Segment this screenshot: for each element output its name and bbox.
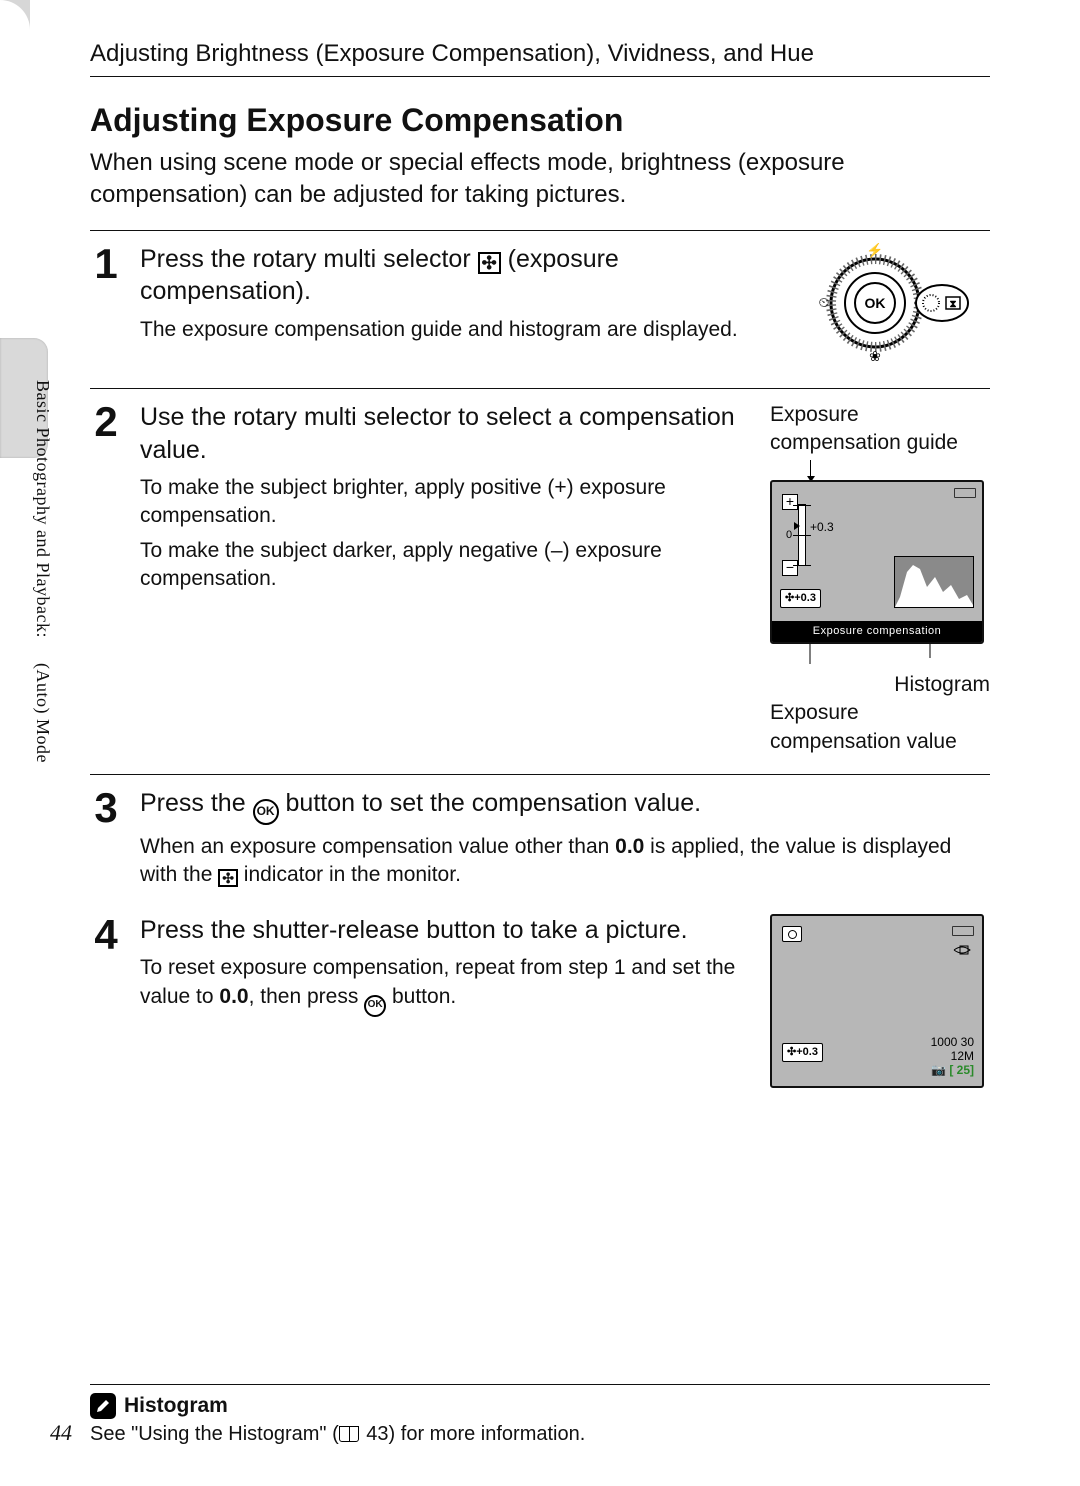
manual-page: Basic Photography and Playback: (Auto) M… bbox=[0, 0, 1080, 1486]
step-number: 2 bbox=[90, 401, 122, 756]
step-figure: Exposure compensation guide + 0 − bbox=[770, 401, 990, 756]
svg-text:⚡: ⚡ bbox=[866, 243, 883, 259]
step-number: 1 bbox=[90, 243, 122, 370]
step-desc: To make the subject darker, apply negati… bbox=[140, 537, 752, 594]
step-desc: When an exposure compensation value othe… bbox=[140, 833, 990, 890]
plus-icon: + bbox=[782, 494, 798, 510]
step-desc: To reset exposure compensation, repeat f… bbox=[140, 954, 752, 1016]
ok-button-icon: OK bbox=[253, 799, 279, 825]
side-chapter-label: Basic Photography and Playback: (Auto) M… bbox=[32, 380, 53, 763]
step-title: Use the rotary multi selector to select … bbox=[140, 401, 752, 466]
lcd-info: 1000 30 12M 📷 [ 25] bbox=[931, 1035, 974, 1078]
lcd-preview: + 0 − +0.3 ✣+0.3 E bbox=[770, 480, 984, 644]
battery-icon bbox=[954, 488, 976, 498]
page-title: Adjusting Exposure Compensation bbox=[90, 102, 990, 139]
svg-text:⧗: ⧗ bbox=[949, 299, 956, 310]
figure-label-histogram: Histogram bbox=[770, 671, 990, 699]
page-corner bbox=[0, 0, 30, 30]
breadcrumb: Adjusting Brightness (Exposure Compensat… bbox=[90, 40, 990, 77]
step-title: Press the shutter-release button to take… bbox=[140, 914, 752, 947]
step-number: 4 bbox=[90, 914, 122, 1088]
callout-lines bbox=[770, 644, 980, 664]
content: Adjusting Exposure Compensation When usi… bbox=[90, 102, 990, 1106]
scale-value: +0.3 bbox=[810, 520, 834, 536]
exposure-badge: ✣+0.3 bbox=[782, 1043, 823, 1061]
figure-label-value: Exposure compensation value bbox=[770, 699, 990, 756]
note-title: Histogram bbox=[124, 1394, 228, 1418]
note-block: Histogram See "Using the Histogram" ( 43… bbox=[90, 1384, 990, 1446]
intro-text: When using scene mode or special effects… bbox=[90, 147, 990, 212]
battery-icon bbox=[952, 926, 974, 936]
minus-icon: − bbox=[782, 560, 798, 576]
figure-label-guide: Exposure compensation guide bbox=[770, 401, 990, 458]
rotary-selector-figure: OK ⚡ ❀ ⏲ ⧗ bbox=[790, 243, 990, 370]
step-title: Press the OK button to set the compensat… bbox=[140, 787, 990, 825]
svg-text:OK: OK bbox=[865, 295, 886, 311]
step-number: 3 bbox=[90, 787, 122, 896]
camera-icon bbox=[782, 926, 802, 942]
note-body: See "Using the Histogram" ( 43) for more… bbox=[90, 1423, 990, 1446]
exposure-icon: ✣ bbox=[478, 252, 501, 274]
step-desc: To make the subject brighter, apply posi… bbox=[140, 474, 752, 531]
pencil-icon bbox=[90, 1393, 116, 1419]
ok-button-icon: OK bbox=[364, 995, 386, 1017]
af-icon bbox=[950, 944, 974, 956]
scale-pointer bbox=[794, 522, 800, 530]
steps-list: 1 Press the rotary multi selector ✣ (exp… bbox=[90, 230, 990, 1106]
step-2: 2 Use the rotary multi selector to selec… bbox=[90, 388, 990, 774]
step-figure: ✣+0.3 1000 30 12M 📷 [ 25] bbox=[770, 914, 990, 1088]
lcd-preview: ✣+0.3 1000 30 12M 📷 [ 25] bbox=[770, 914, 984, 1088]
exposure-icon: ✣ bbox=[218, 869, 238, 887]
arrow-icon bbox=[810, 460, 811, 478]
step-1: 1 Press the rotary multi selector ✣ (exp… bbox=[90, 230, 990, 388]
histogram-display bbox=[894, 556, 974, 608]
svg-text:❀: ❀ bbox=[869, 348, 881, 363]
scale-bar bbox=[798, 504, 806, 566]
svg-text:⏲: ⏲ bbox=[819, 294, 830, 310]
exposure-scale: + 0 − +0.3 bbox=[798, 504, 806, 566]
step-4: 4 Press the shutter-release button to ta… bbox=[90, 914, 990, 1106]
lcd-footer: Exposure compensation bbox=[772, 621, 982, 641]
step-3: 3 Press the OK button to set the compens… bbox=[90, 774, 990, 914]
book-icon bbox=[339, 1426, 359, 1442]
page-number: 44 bbox=[50, 1420, 72, 1446]
step-desc: The exposure compensation guide and hist… bbox=[140, 316, 772, 344]
step-title: Press the rotary multi selector ✣ (expos… bbox=[140, 243, 772, 308]
exposure-badge: ✣+0.3 bbox=[780, 589, 821, 607]
